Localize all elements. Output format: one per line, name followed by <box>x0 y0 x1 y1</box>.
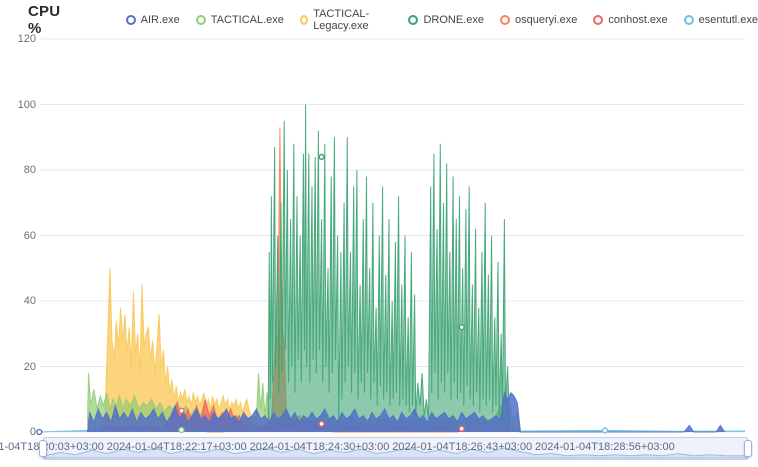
legend-label: AIR.exe <box>140 14 180 26</box>
legend-ring-icon <box>593 15 604 25</box>
y-axis-label-100: 100 <box>17 98 36 111</box>
cpu-usage-area-chart[interactable] <box>0 0 758 467</box>
legend-item-tactical-legacy-exe[interactable]: TACTICAL-Legacy.exe <box>299 8 393 32</box>
datazoom-slider[interactable] <box>43 437 748 460</box>
cpu-monitor-panel: CPU % AIR.exe TACTICAL.exe TACTICAL-Legacy… <box>0 0 758 467</box>
legend-label: DRONE.exe <box>423 14 484 26</box>
datazoom-minimap-area <box>44 447 747 459</box>
legend-item-conhost-exe[interactable]: conhost.exe <box>593 14 668 26</box>
point-marker-TACTICAL.exe[interactable] <box>178 426 185 434</box>
legend-label: TACTICAL.exe <box>210 14 284 26</box>
legend-ring-icon <box>683 15 694 25</box>
chart-title: CPU % <box>28 3 61 37</box>
legend-label: osqueryi.exe <box>514 14 578 26</box>
y-axis-label-40: 40 <box>23 295 36 307</box>
point-marker-DRONE.exe[interactable] <box>458 324 465 331</box>
legend-item-esentutl-exe[interactable]: esentutl.exe <box>683 14 758 26</box>
legend-label: TACTICAL-Legacy.exe <box>313 8 370 32</box>
legend-item-drone-exe[interactable]: DRONE.exe <box>408 14 484 26</box>
y-axis-label-80: 80 <box>23 164 36 176</box>
legend: AIR.exe TACTICAL.exe TACTICAL-Legacy.exe DR… <box>125 8 758 32</box>
y-axis-label-0: 0 <box>29 426 36 438</box>
legend-ring-icon <box>195 15 206 25</box>
legend-ring-icon <box>125 15 136 25</box>
y-axis-label-60: 60 <box>23 229 36 242</box>
legend-item-air-exe[interactable]: AIR.exe <box>125 14 180 26</box>
legend-label: conhost.exe <box>608 14 668 26</box>
point-marker-conhost.exe[interactable] <box>458 425 465 432</box>
datazoom-handle-left[interactable] <box>39 440 47 457</box>
legend-ring-icon <box>408 15 419 25</box>
point-marker-conhost.exe[interactable] <box>178 407 185 414</box>
legend-item-tactical-exe[interactable]: TACTICAL.exe <box>195 14 284 26</box>
legend-ring-icon <box>499 15 510 25</box>
y-axis-label-20: 20 <box>23 360 36 373</box>
point-marker-DRONE.exe[interactable] <box>318 153 325 161</box>
point-marker-conhost.exe[interactable] <box>318 420 325 427</box>
point-marker-AIR.exe[interactable] <box>36 428 43 436</box>
legend-item-osqueryi-exe[interactable]: osqueryi.exe <box>499 14 578 26</box>
chart-header: CPU % AIR.exe TACTICAL.exe TACTICAL-Legacy… <box>28 3 758 37</box>
point-marker-esentutl.exe[interactable] <box>601 427 609 434</box>
datazoom-handle-right[interactable] <box>744 440 752 457</box>
datazoom-minimap[interactable] <box>44 438 747 459</box>
legend-label: esentutl.exe <box>698 14 758 26</box>
legend-ring-icon <box>299 15 309 25</box>
y-axis: 0 20 40 60 80 100 120 <box>0 0 36 467</box>
